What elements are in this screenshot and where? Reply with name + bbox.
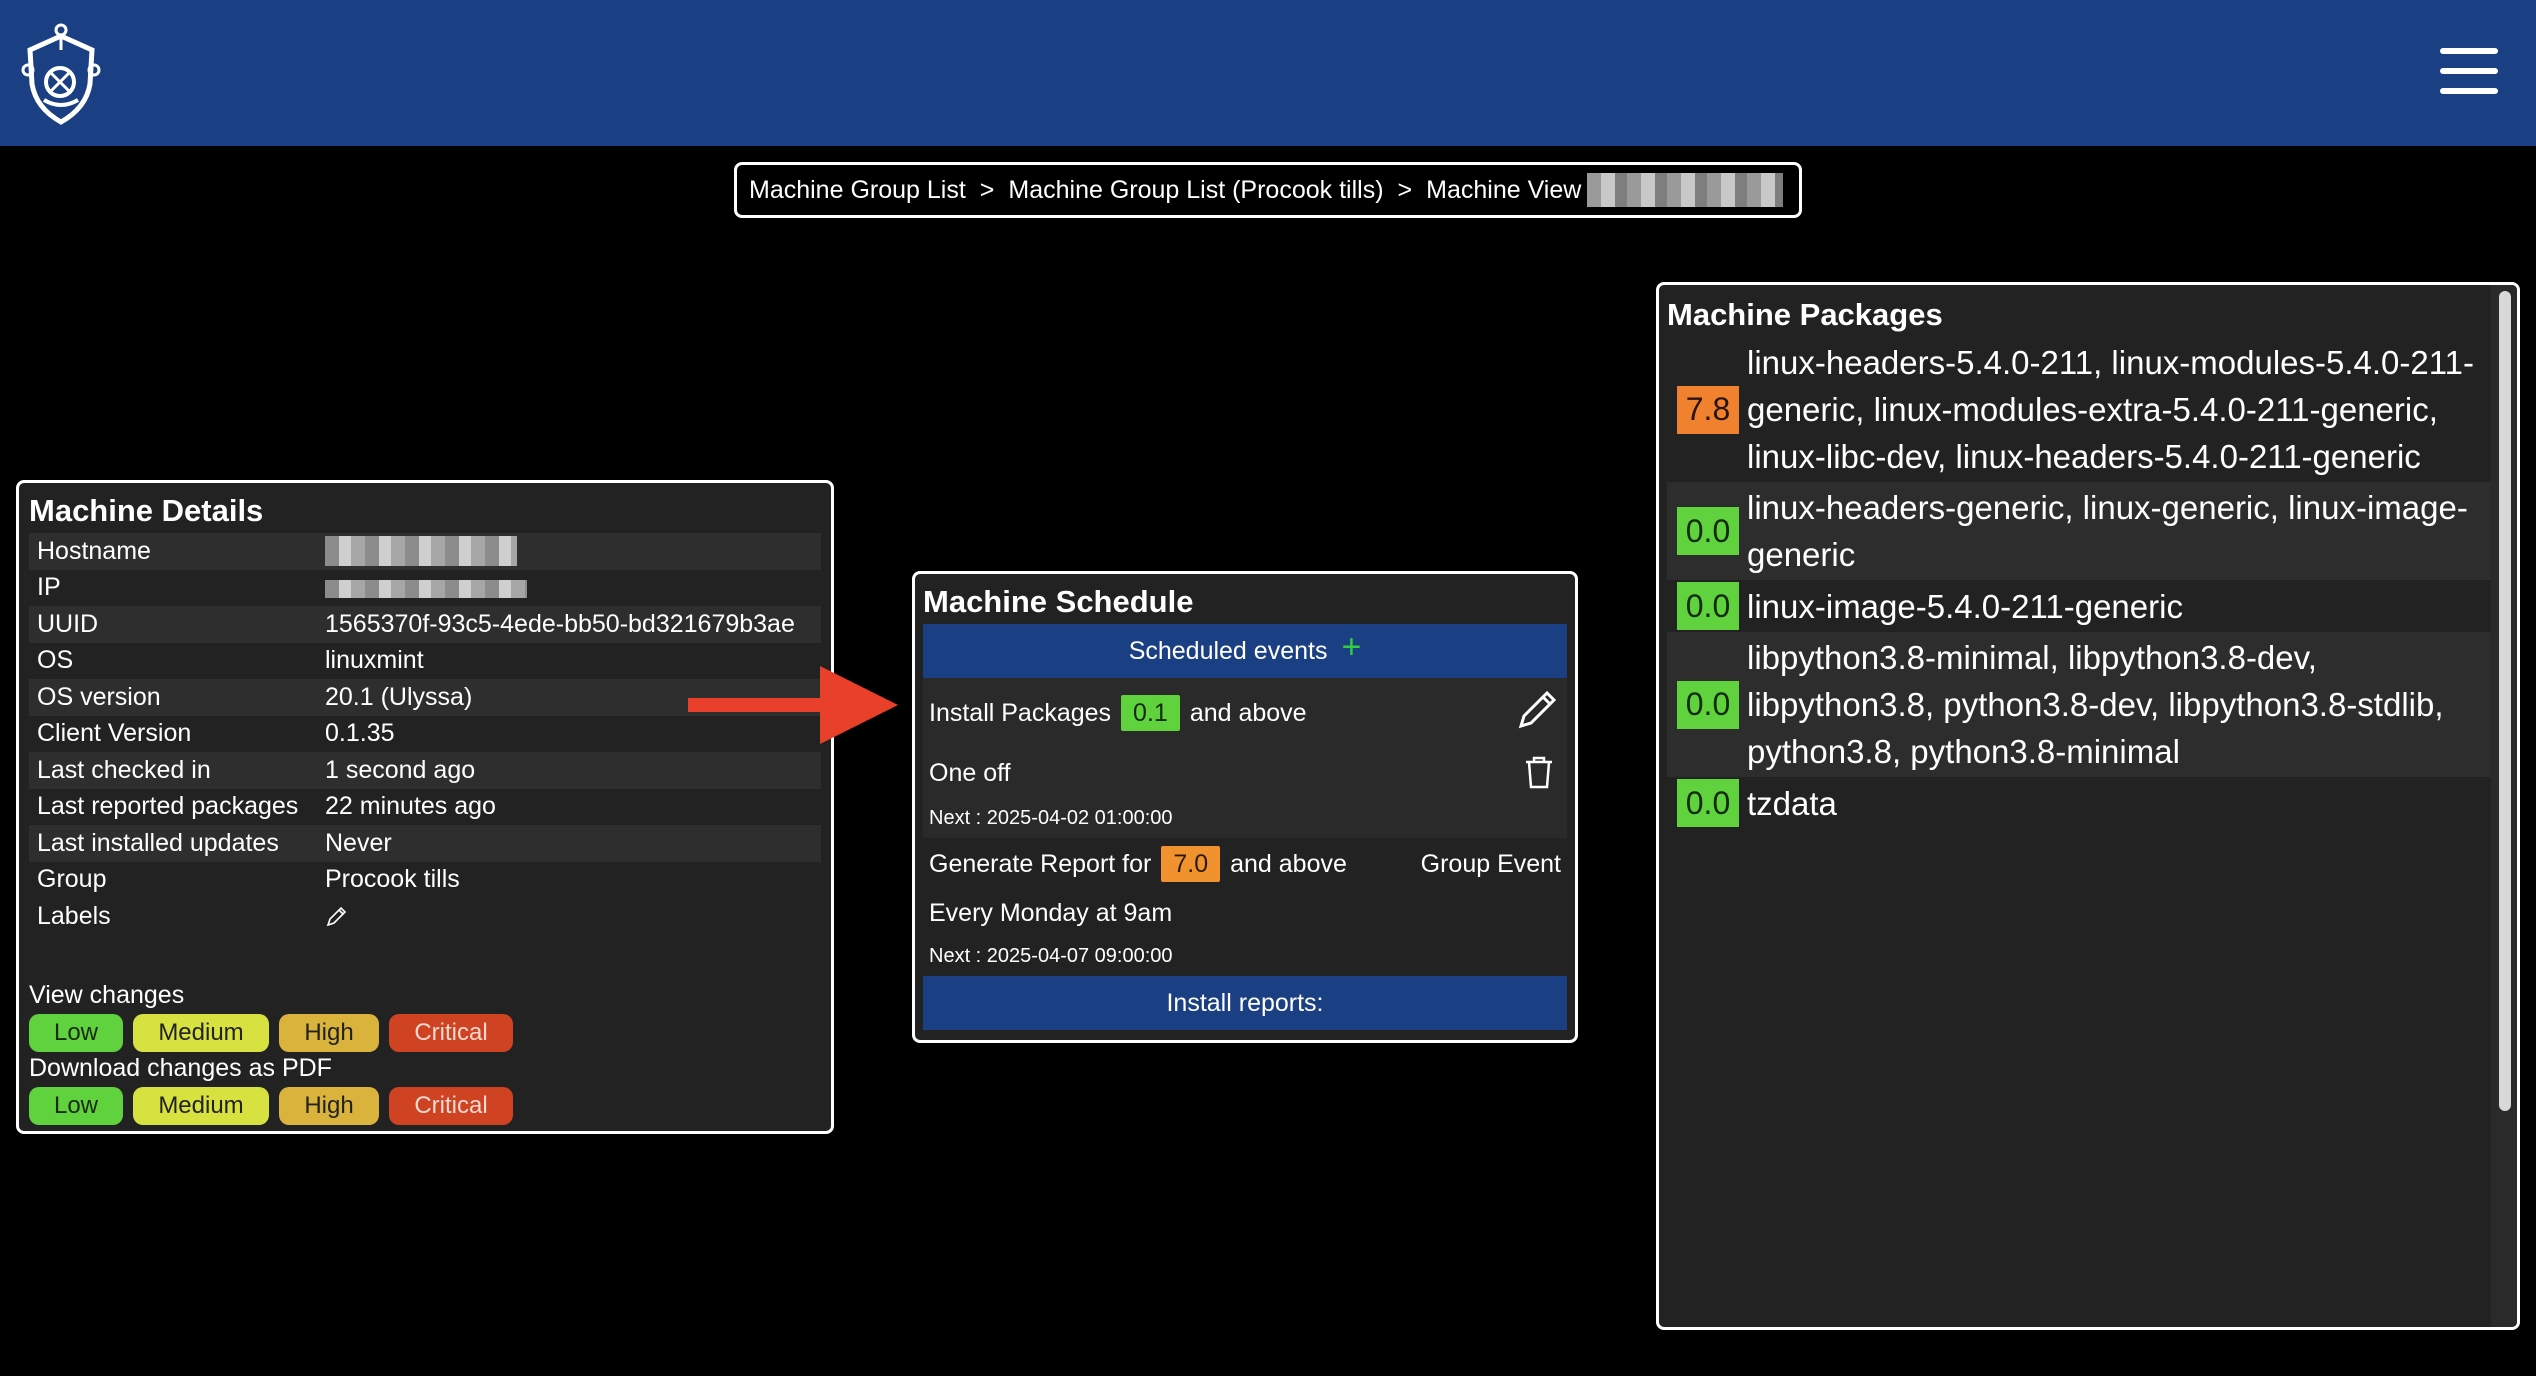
detail-key: Group — [37, 865, 107, 894]
event-frequency-line: One off — [929, 748, 1561, 798]
machine-details-title: Machine Details — [29, 493, 264, 528]
event-action: Install Packages — [929, 698, 1112, 727]
package-names: linux-headers-5.4.0-211, linux-modules-5… — [1747, 344, 2474, 475]
event-threshold-badge: 7.0 — [1161, 846, 1221, 882]
detail-value: 1565370f-93c5-4ede-bb50-bd321679b3ae — [325, 609, 795, 638]
detail-key: Client Version — [37, 719, 192, 748]
group-event-tag: Group Event — [1420, 849, 1561, 878]
install-reports-button[interactable]: Install reports: — [923, 976, 1567, 1030]
detail-key: Last installed updates — [37, 828, 279, 857]
package-score-badge: 0.0 — [1677, 779, 1739, 827]
download-low-button[interactable]: Low — [29, 1086, 123, 1125]
redacted-ip — [325, 579, 527, 598]
package-names: tzdata — [1747, 784, 1837, 822]
detail-row-uuid: UUID 1565370f-93c5-4ede-bb50-bd321679b3a… — [29, 606, 821, 643]
detail-row-ip: IP — [29, 570, 821, 607]
machine-details-panel: Machine Details Hostname IP UUID 1565370… — [16, 480, 834, 1134]
download-pdf-label: Download changes as PDF — [29, 1053, 332, 1082]
detail-key: Hostname — [37, 536, 151, 565]
event-header: Install Packages 0.1 and above — [929, 678, 1561, 748]
machine-packages-title: Machine Packages — [1667, 297, 1943, 332]
detail-row-last-installed-updates: Last installed updates Never — [29, 825, 821, 862]
scheduled-events-label: Scheduled events — [1128, 636, 1328, 665]
edit-labels-pencil-icon[interactable] — [325, 906, 347, 928]
view-critical-button[interactable]: Critical — [389, 1013, 513, 1052]
scrollbar-thumb[interactable] — [2499, 291, 2511, 1111]
scheduled-events-bar: Scheduled events + — [923, 624, 1567, 678]
event-header-left: Generate Report for 7.0 and above — [929, 846, 1347, 882]
machine-schedule-title: Machine Schedule — [923, 584, 1194, 619]
package-names: linux-headers-generic, linux-generic, li… — [1747, 489, 2468, 573]
download-medium-button[interactable]: Medium — [133, 1086, 269, 1125]
detail-key: Last checked in — [37, 755, 211, 784]
breadcrumb-machine-group[interactable]: Machine Group List (Procook tills) — [1008, 176, 1383, 205]
top-bar — [0, 0, 2536, 146]
detail-value: 22 minutes ago — [325, 792, 496, 821]
breadcrumb-separator: > — [979, 175, 995, 204]
detail-value — [325, 902, 821, 931]
detail-key: Labels — [37, 901, 111, 930]
detail-value — [325, 573, 821, 602]
view-changes-label: View changes — [29, 980, 185, 1009]
breadcrumb: Machine Group List > Machine Group List … — [734, 162, 1802, 218]
event-next-run: Next : 2025-04-02 01:00:00 — [929, 806, 1173, 829]
redacted-machine-name — [1587, 173, 1784, 207]
view-low-button[interactable]: Low — [29, 1013, 123, 1052]
package-score-badge: 0.0 — [1677, 507, 1739, 555]
package-names: libpython3.8-minimal, libpython3.8-dev, … — [1747, 639, 2444, 770]
package-row: 0.0 libpython3.8-minimal, libpython3.8-d… — [1667, 632, 2509, 777]
view-changes-buttons: Low Medium High Critical — [29, 1013, 821, 1052]
machine-packages-panel: Machine Packages 7.8 linux-headers-5.4.0… — [1656, 282, 2520, 1330]
view-medium-button[interactable]: Medium — [133, 1013, 269, 1052]
detail-value — [325, 536, 821, 567]
add-event-plus-icon[interactable]: + — [1341, 630, 1361, 664]
red-arrow-annotation — [688, 666, 898, 744]
event-frequency: One off — [929, 758, 1011, 787]
event-next-run: Next : 2025-04-07 09:00:00 — [929, 944, 1173, 967]
event-suffix: and above — [1230, 849, 1347, 878]
shield-circuit-logo[interactable] — [20, 22, 102, 126]
delete-event-trash-icon[interactable] — [1523, 754, 1555, 790]
machine-schedule-panel: Machine Schedule Scheduled events + Inst… — [912, 571, 1578, 1043]
breadcrumb-separator: > — [1397, 175, 1413, 204]
detail-key: IP — [37, 573, 61, 602]
download-high-button[interactable]: High — [279, 1086, 379, 1125]
detail-row-last-reported-packages: Last reported packages 22 minutes ago — [29, 789, 821, 826]
event-header: Generate Report for 7.0 and above Group … — [929, 838, 1561, 890]
package-row: 0.0 linux-image-5.4.0-211-generic — [1667, 580, 2509, 632]
detail-key: OS — [37, 646, 74, 675]
package-names: linux-image-5.4.0-211-generic — [1747, 587, 2183, 625]
download-critical-button[interactable]: Critical — [389, 1086, 513, 1125]
event-frequency: Every Monday at 9am — [929, 898, 1173, 927]
breadcrumb-machine-group-list[interactable]: Machine Group List — [749, 176, 966, 205]
breadcrumb-machine-view: Machine View — [1426, 175, 1582, 204]
package-score-badge: 7.8 — [1677, 385, 1739, 434]
package-row: 7.8 linux-headers-5.4.0-211, linux-modul… — [1667, 337, 2509, 482]
detail-key: UUID — [37, 609, 99, 638]
packages-list: 7.8 linux-headers-5.4.0-211, linux-modul… — [1667, 337, 2509, 829]
detail-row-group: Group Procook tills — [29, 862, 821, 899]
detail-value: Never — [325, 828, 392, 857]
package-row: 0.0 linux-headers-generic, linux-generic… — [1667, 482, 2509, 580]
detail-value: Procook tills — [325, 865, 460, 894]
event-threshold-badge: 0.1 — [1121, 695, 1180, 731]
detail-key: OS version — [37, 682, 161, 711]
package-score-badge: 0.0 — [1677, 680, 1739, 729]
scheduled-event-report: Generate Report for 7.0 and above Group … — [923, 838, 1567, 976]
event-suffix: and above — [1189, 698, 1307, 727]
detail-value: 1 second ago — [325, 755, 476, 784]
event-action: Generate Report for — [929, 849, 1152, 878]
scheduled-event-install: Install Packages 0.1 and above One off N… — [923, 678, 1567, 838]
edit-event-pencil-icon[interactable] — [1515, 688, 1559, 732]
detail-row-labels: Labels — [29, 898, 821, 935]
package-row: 0.0 tzdata — [1667, 777, 2509, 829]
view-high-button[interactable]: High — [279, 1013, 379, 1052]
detail-key: Last reported packages — [37, 792, 299, 821]
detail-row-hostname: Hostname — [29, 533, 821, 570]
hamburger-menu-icon[interactable] — [2440, 48, 2498, 96]
detail-row-last-checked-in: Last checked in 1 second ago — [29, 752, 821, 789]
package-score-badge: 0.0 — [1677, 582, 1739, 630]
download-pdf-buttons: Low Medium High Critical — [29, 1086, 821, 1125]
redacted-hostname — [325, 536, 517, 567]
